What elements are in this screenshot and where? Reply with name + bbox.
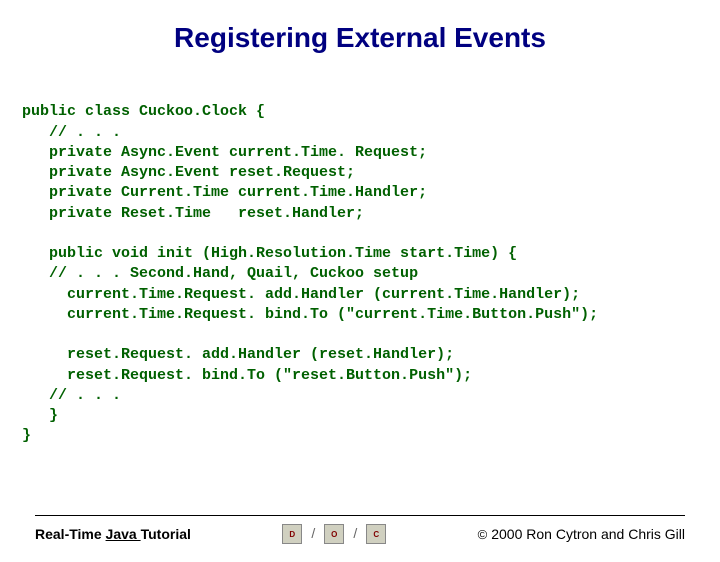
footer-row: Real-Time Java Tutorial D / O / C © 2000… [35, 524, 685, 544]
code-line: reset.Request. add.Handler (reset.Handle… [22, 346, 454, 363]
logo-slash-icon: / [346, 524, 364, 542]
code-line: private Async.Event reset.Request; [22, 164, 355, 181]
code-line: // . . . [22, 387, 121, 404]
code-line: // . . . [22, 124, 121, 141]
footer-logo: D / O / C [282, 524, 386, 544]
code-line: private Reset.Time reset.Handler; [22, 205, 364, 222]
copyright-icon: © [478, 527, 488, 542]
code-line: public class Cuckoo.Clock { [22, 103, 265, 120]
code-line: public void init (High.Resolution.Time s… [22, 245, 517, 262]
footer-divider [35, 515, 685, 516]
code-line: current.Time.Request. add.Handler (curre… [22, 286, 580, 303]
code-line: reset.Request. bind.To ("reset.Button.Pu… [22, 367, 472, 384]
logo-letter-icon: O [324, 524, 344, 544]
logo-letter-icon: D [282, 524, 302, 544]
code-block: public class Cuckoo.Clock { // . . . pri… [22, 82, 698, 447]
code-line: private Current.Time current.Time.Handle… [22, 184, 427, 201]
code-line: private Async.Event current.Time. Reques… [22, 144, 427, 161]
code-line: current.Time.Request. bind.To ("current.… [22, 306, 598, 323]
code-line: } [22, 427, 31, 444]
slide-title: Registering External Events [0, 22, 720, 54]
logo-slash-icon: / [304, 524, 322, 542]
code-line: } [22, 407, 58, 424]
logo-letter-icon: C [366, 524, 386, 544]
code-line: // . . . Second.Hand, Quail, Cuckoo setu… [22, 265, 418, 282]
